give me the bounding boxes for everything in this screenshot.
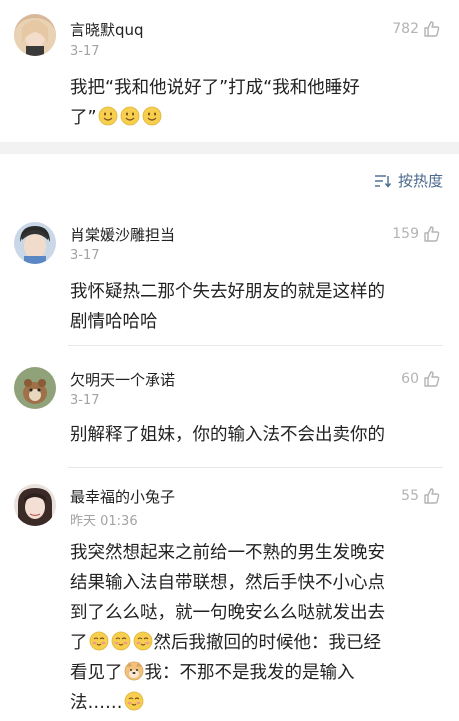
- username[interactable]: 肖棠媛沙雕担当: [70, 224, 175, 245]
- smile-emoji-icon: [98, 106, 118, 126]
- like-button[interactable]: 782: [392, 20, 441, 38]
- comment-text: 我突然想起来之前给一不熟的男生发晚安 结果输入法自带联想，然后手快不小心点 到了…: [70, 538, 450, 718]
- sort-icon: [374, 174, 392, 188]
- avatar[interactable]: [14, 367, 56, 409]
- username[interactable]: 最幸福的小兔子: [70, 486, 175, 507]
- comment-date: 3-17: [70, 393, 100, 408]
- comment-text-segment: 我：不那不是我发的是输入: [144, 663, 355, 683]
- thumbs-up-icon: [424, 488, 440, 504]
- post-text-segment: 了”: [70, 108, 97, 128]
- username[interactable]: 言晓默quq: [70, 19, 144, 40]
- sort-button[interactable]: 按热度: [374, 170, 443, 191]
- comment-item: 最幸福的小兔子 昨天 01:36 55 我突然想起来之前给一不熟的男生发晚安 结…: [0, 468, 459, 716]
- like-count: 159: [392, 226, 419, 242]
- comment-text-segment: 看见了: [70, 663, 123, 683]
- comment-text-line: 结果输入法自带联想，然后手快不小心点: [70, 573, 385, 593]
- comment-text-line: 看见了 我：不那不是我发的是输入: [70, 658, 450, 688]
- post-text-line: 了”: [70, 103, 450, 133]
- comment-text-line: 了 然后我撤回的时候他：我已经: [70, 628, 450, 658]
- smile-emoji-icon: [120, 106, 140, 126]
- top-post: 言晓默quq 3-17 782 我把“我和他说好了”打成“我和他睡好 了”: [0, 0, 459, 142]
- post-date: 3-17: [70, 44, 100, 59]
- like-count: 782: [392, 21, 419, 37]
- avatar[interactable]: [14, 14, 56, 56]
- shy-emoji-icon: [89, 631, 109, 651]
- sort-bar: 按热度: [0, 154, 459, 204]
- comment-date: 3-17: [70, 248, 100, 263]
- comment-text-line: 剧情哈哈哈: [70, 312, 158, 332]
- doge-emoji-icon: [124, 661, 144, 681]
- sort-label: 按热度: [397, 172, 443, 190]
- shy-emoji-icon: [111, 631, 131, 651]
- like-button[interactable]: 55: [401, 487, 441, 505]
- smile-emoji-icon: [142, 106, 162, 126]
- shy-emoji-icon: [133, 631, 153, 651]
- comment-date: 昨天 01:36: [70, 514, 138, 529]
- post-text: 我把“我和他说好了”打成“我和他睡好 了”: [70, 73, 450, 133]
- section-divider: [0, 142, 459, 154]
- comment-item: 肖棠媛沙雕担当 3-17 159 我怀疑热二那个失去好朋友的就是这样的 剧情哈哈…: [0, 204, 459, 346]
- comment-text-segment: 了: [70, 633, 88, 653]
- comment-text-line: 到了么么哒，就一句晚安么么哒就发出去: [70, 603, 385, 623]
- post-text-line: 我把“我和他说好了”打成“我和他睡好: [70, 78, 360, 98]
- comment-text-line: 别解释了姐妹，你的输入法不会出卖你的: [70, 425, 385, 445]
- comment-text-line: 法……: [70, 688, 450, 718]
- thumbs-up-icon: [424, 371, 440, 387]
- username[interactable]: 欠明天一个承诺: [70, 369, 175, 390]
- comment-text-line: 我突然想起来之前给一不熟的男生发晚安: [70, 543, 385, 563]
- shy-emoji-icon: [124, 691, 144, 711]
- avatar[interactable]: [14, 222, 56, 264]
- like-button[interactable]: 159: [392, 225, 441, 243]
- comment-text: 别解释了姐妹，你的输入法不会出卖你的: [70, 420, 450, 450]
- like-count: 60: [401, 371, 419, 387]
- avatar[interactable]: [14, 484, 56, 526]
- comment-text-segment: 然后我撤回的时候他：我已经: [153, 633, 382, 653]
- like-count: 55: [401, 488, 419, 504]
- thumbs-up-icon: [424, 226, 440, 242]
- comment-item: 欠明天一个承诺 3-17 60 别解释了姐妹，你的输入法不会出卖你的: [0, 345, 459, 468]
- like-button[interactable]: 60: [401, 370, 441, 388]
- comment-text-line: 我怀疑热二那个失去好朋友的就是这样的: [70, 282, 385, 302]
- thumbs-up-icon: [424, 21, 440, 37]
- comment-text: 我怀疑热二那个失去好朋友的就是这样的 剧情哈哈哈: [70, 277, 450, 337]
- comment-text-segment: 法……: [70, 693, 123, 713]
